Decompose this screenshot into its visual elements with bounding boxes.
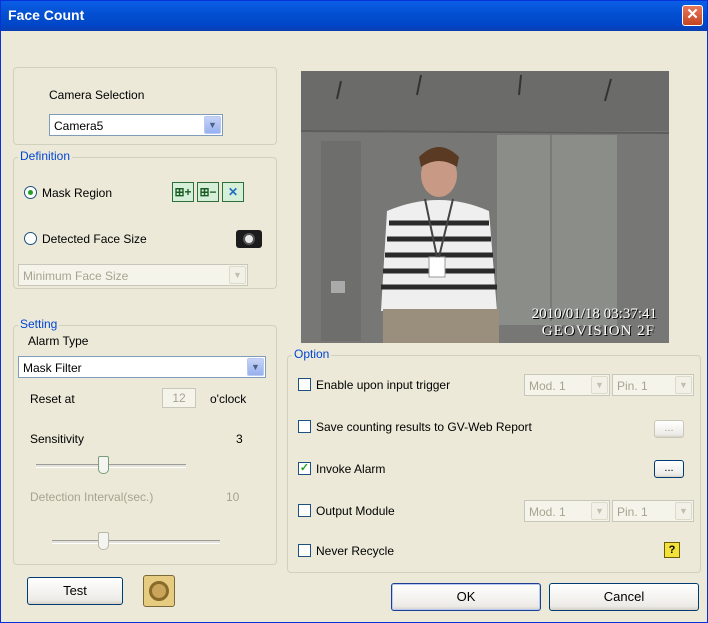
test-button-label: Test [63, 583, 87, 598]
definition-panel: Definition Mask Region ⊞+ ⊞− ✕ Detected … [13, 149, 277, 289]
alarm-type-value: Mask Filter [23, 361, 82, 375]
detected-face-size-radio[interactable] [24, 232, 37, 245]
dialog-client: Camera Selection Camera5 ▼ Definition Ma… [9, 39, 701, 617]
output-module-checkbox[interactable] [298, 504, 311, 517]
chevron-down-icon: ▼ [204, 116, 221, 134]
chevron-down-icon: ▼ [229, 266, 246, 284]
invoke-alarm-settings-button[interactable]: ... [654, 460, 684, 478]
sensitivity-slider[interactable] [98, 456, 109, 474]
camera-preview-image [301, 71, 669, 343]
chevron-down-icon: ▼ [675, 502, 692, 520]
never-recycle-checkbox[interactable] [298, 544, 311, 557]
cancel-button-label: Cancel [603, 589, 645, 604]
face-count-window: Face Count ✕ Camera Selection Camera5 ▼ … [0, 0, 708, 623]
test-button[interactable]: Test [27, 577, 123, 605]
input-pin-value: Pin. 1 [617, 379, 648, 393]
camera-select-value: Camera5 [54, 119, 104, 133]
mask-clear-icon[interactable]: ✕ [222, 182, 244, 202]
minimum-face-size-select[interactable]: Minimum Face Size ▼ [18, 264, 248, 286]
option-panel: Option Enable upon input trigger Mod. 1 … [287, 347, 701, 573]
minimum-face-size-value: Minimum Face Size [23, 269, 129, 283]
output-pin-value: Pin. 1 [617, 505, 648, 519]
chevron-down-icon: ▼ [675, 376, 692, 394]
reset-at-unit: o'clock [210, 392, 247, 406]
chevron-down-icon: ▼ [591, 502, 608, 520]
option-legend: Option [292, 347, 332, 361]
detected-face-size-label: Detected Face Size [42, 232, 147, 246]
camera-selection-panel: Camera Selection Camera5 ▼ [13, 67, 277, 145]
output-module-label: Output Module [316, 504, 395, 518]
ellipsis-icon: ... [664, 422, 674, 434]
output-pin-select[interactable]: Pin. 1 ▼ [612, 500, 694, 522]
output-module-value: Mod. 1 [529, 505, 566, 519]
detection-interval-label: Detection Interval(sec.) [30, 490, 154, 504]
camera-preview: 2010/01/18 03:37:41 GEOVISION 2F [301, 71, 669, 343]
alarm-type-label: Alarm Type [28, 334, 89, 348]
invoke-alarm-label: Invoke Alarm [316, 462, 386, 476]
setting-panel: Setting Alarm Type Mask Filter ▼ Reset a… [13, 317, 277, 565]
save-results-checkbox[interactable] [298, 420, 311, 433]
save-results-label: Save counting results to GV-Web Report [316, 420, 532, 434]
ok-button[interactable]: OK [391, 583, 541, 611]
ellipsis-icon: ... [664, 462, 674, 474]
alarm-type-select[interactable]: Mask Filter ▼ [18, 356, 266, 378]
input-module-value: Mod. 1 [529, 379, 566, 393]
title-bar[interactable]: Face Count ✕ [1, 1, 707, 31]
chevron-down-icon: ▼ [247, 358, 264, 376]
setting-legend: Setting [18, 317, 60, 331]
save-results-settings-button[interactable]: ... [654, 420, 684, 438]
reset-at-input[interactable]: 12 [162, 388, 196, 408]
window-title: Face Count [8, 7, 85, 23]
sensitivity-slider-track [36, 464, 186, 468]
mask-region-label: Mask Region [42, 186, 113, 200]
camera-selection-label: Camera Selection [49, 88, 145, 102]
never-recycle-label: Never Recycle [316, 544, 395, 558]
close-icon: ✕ [686, 6, 699, 23]
ok-button-label: OK [456, 589, 476, 604]
sensitivity-label: Sensitivity [30, 432, 85, 446]
reset-at-label: Reset at [30, 392, 75, 406]
definition-legend: Definition [18, 149, 73, 163]
output-module-select[interactable]: Mod. 1 ▼ [524, 500, 610, 522]
chevron-down-icon: ▼ [591, 376, 608, 394]
sensitivity-value: 3 [236, 432, 243, 446]
camera-select[interactable]: Camera5 ▼ [49, 114, 223, 136]
detection-interval-value: 10 [226, 490, 240, 504]
camera-snapshot-icon[interactable] [236, 230, 262, 248]
detection-interval-slider-track [52, 540, 220, 544]
mask-region-radio[interactable] [24, 186, 37, 199]
enable-input-trigger-checkbox[interactable] [298, 378, 311, 391]
help-icon[interactable]: ? [664, 542, 680, 558]
invoke-alarm-checkbox[interactable]: ✓ [298, 462, 311, 475]
mask-add-icon[interactable]: ⊞+ [172, 182, 194, 202]
video-location-label: GEOVISION 2F [541, 323, 655, 339]
video-timestamp: 2010/01/18 03:37:41 [531, 306, 657, 322]
input-module-select[interactable]: Mod. 1 ▼ [524, 374, 610, 396]
mask-remove-icon[interactable]: ⊞− [197, 182, 219, 202]
alarm-speaker-icon[interactable] [143, 575, 175, 607]
detection-interval-slider[interactable] [98, 532, 109, 550]
enable-input-trigger-label: Enable upon input trigger [316, 378, 451, 392]
input-pin-select[interactable]: Pin. 1 ▼ [612, 374, 694, 396]
close-button[interactable]: ✕ [682, 5, 703, 26]
cancel-button[interactable]: Cancel [549, 583, 699, 611]
